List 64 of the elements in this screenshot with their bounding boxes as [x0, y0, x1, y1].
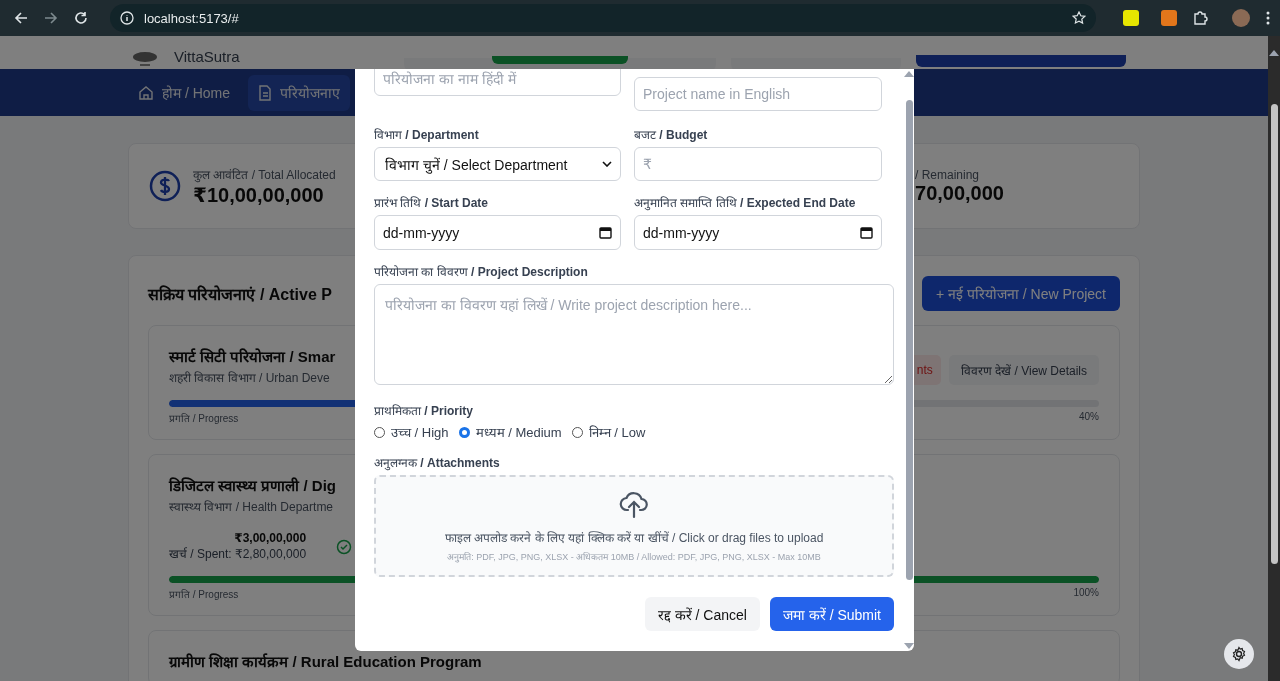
project-title: डिजिटल स्वास्थ्य प्रणाली / Dig: [169, 476, 336, 495]
check-circle-icon: [336, 538, 353, 555]
stat-value: 70,00,000: [915, 181, 1004, 205]
brand-name: VittaSutra: [174, 48, 241, 65]
field-label: अनुमानित समाप्ति तिथि / Expected End Date: [634, 195, 857, 211]
gear-icon: [1231, 646, 1247, 662]
field-label: प्रारंभ तिथि / Start Date: [374, 195, 490, 211]
calendar-icon[interactable]: [860, 226, 873, 239]
progress-percent: 40%: [1079, 411, 1099, 424]
input-field[interactable]: Project name in English: [634, 77, 882, 111]
priority-radio[interactable]: उच्च / High: [374, 423, 449, 441]
upload-hint: अनुमति: PDF, JPG, PNG, XLSX - अधिकतम 10MB / Allowed: PDF, JPG, PNG, XLSX - Max 10MB: [447, 551, 821, 563]
submit-button[interactable]: जमा करें / Submit: [769, 597, 894, 631]
nav-item[interactable]: होम / Home: [128, 74, 240, 111]
menu-icon[interactable]: [1266, 11, 1270, 25]
date-field[interactable]: dd-mm-yyyy: [634, 215, 882, 250]
cancel-button[interactable]: रद्द करें / Cancel: [644, 597, 760, 631]
scrollbar-thumb[interactable]: [905, 100, 913, 580]
stat-label: / Remaining: [915, 167, 981, 182]
progress-percent: 100%: [1073, 587, 1099, 600]
budget-field[interactable]: ₹: [634, 147, 882, 181]
radio-icon[interactable]: [571, 426, 583, 438]
home-icon: [138, 84, 154, 101]
description-field[interactable]: परियोजना का विवरण यहां लिखें / Write project description here...: [374, 284, 894, 385]
project-title: स्मार्ट सिटी परियोजना / Smar: [169, 347, 336, 366]
date-field[interactable]: dd-mm-yyyy: [374, 215, 621, 250]
url-text: localhost:5173/#: [144, 10, 240, 26]
info-icon[interactable]: [120, 11, 134, 25]
dollar-icon: [149, 170, 181, 202]
input-field[interactable]: परियोजना का नाम हिंदी में: [374, 69, 621, 96]
new-project-button[interactable]: + नई परियोजना / New Project: [921, 276, 1120, 311]
field-label: परियोजना का विवरण / Project Description: [374, 264, 589, 280]
progress-label: प्रगति / Progress: [169, 588, 239, 601]
view-details-button[interactable]: विवरण देखें / View Details: [948, 355, 1099, 385]
field-label: बजट / Budget: [634, 127, 709, 143]
department-select[interactable]: विभाग चुनें / Select Department: [374, 147, 621, 181]
priority-radio[interactable]: निम्न / Low: [571, 423, 646, 441]
section-title: सक्रिय परियोजनाएं / Active P: [148, 284, 332, 305]
progress-label: प्रगति / Progress: [169, 412, 239, 425]
document-icon: [258, 84, 272, 101]
department-text: स्वास्थ्य विभाग / Health Departme: [169, 499, 335, 515]
priority-radio[interactable]: मध्यम / Medium: [458, 423, 562, 441]
chevron-down-icon: [602, 161, 612, 167]
stat-label: कुल आवंटित / Total Allocated: [193, 166, 336, 183]
radio-icon[interactable]: [458, 426, 470, 438]
field-label: अनुलग्नक / Attachments: [374, 455, 501, 471]
star-icon[interactable]: [1072, 11, 1086, 25]
project-title: ग्रामीण शिक्षा कार्यक्रम / Rural Education Program: [169, 652, 482, 671]
upload-cloud-icon: [619, 489, 649, 519]
upload-dropzone[interactable]: फाइल अपलोड करने के लिए यहां क्लिक करें या खींचें / Click or drag files to upload अनुमति: PDF, JPG, PNG, XLSX - अधिकतम 10MB / Allowed: PDF, JPG, PNG, XLSX - Max 10MB: [374, 475, 894, 577]
address-bar[interactable]: localhost:5173/#: [110, 4, 1096, 32]
puzzle-icon[interactable]: [1192, 10, 1208, 26]
stat-value: ₹10,00,00,000: [193, 183, 325, 207]
radio-icon[interactable]: [374, 426, 385, 438]
field-label: प्राथमिकता / Priority: [374, 403, 475, 419]
spent-amount: खर्च / Spent: ₹2,80,00,000: [169, 546, 307, 562]
scroll-up-arrow[interactable]: [1269, 50, 1279, 56]
calendar-icon[interactable]: [599, 226, 612, 239]
avatar-icon[interactable]: [1232, 9, 1250, 27]
scrollbar-thumb[interactable]: [1270, 104, 1278, 564]
budget-amount: ₹3,00,00,000: [234, 531, 307, 545]
department-text: शहरी विकास विभाग / Urban Deve: [169, 370, 331, 386]
field-label: विभाग / Department: [374, 127, 480, 143]
upload-instruction: फाइल अपलोड करने के लिए यहां क्लिक करें या खींचें / Click or drag files to upload: [444, 530, 824, 546]
